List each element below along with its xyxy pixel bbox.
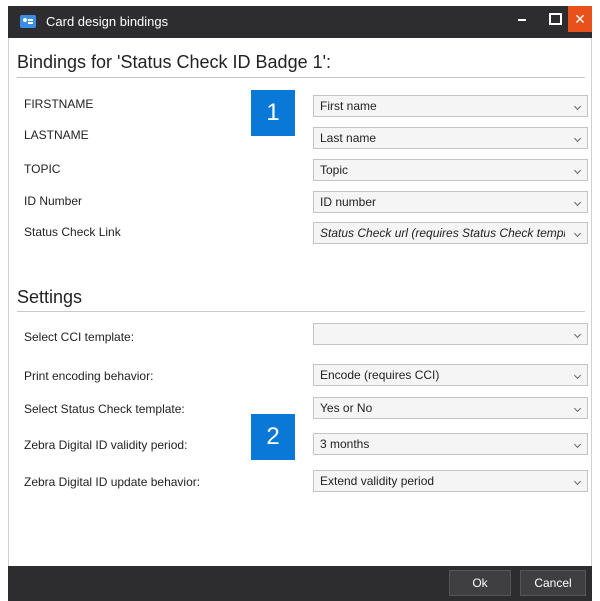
setting-select-print-encoding[interactable]: Encode (requires CCI): [313, 364, 588, 386]
chevron-down-icon: [573, 440, 582, 449]
binding-label-status-check-link: Status Check Link: [24, 225, 121, 239]
setting-value-status-check-template: Yes or No: [320, 401, 373, 415]
setting-value-validity-period: 3 months: [320, 437, 370, 451]
binding-label-id-number: ID Number: [24, 194, 83, 208]
setting-select-update-behavior[interactable]: Extend validity period: [313, 470, 588, 492]
chevron-down-icon: [573, 404, 582, 413]
setting-select-status-check-template[interactable]: Yes or No: [313, 397, 588, 419]
binding-value-firstname: First name: [320, 99, 377, 113]
binding-value-topic: Topic: [320, 163, 349, 177]
setting-label-validity-period: Zebra Digital ID validity period:: [24, 438, 188, 452]
setting-label-cci-template: Select CCI template:: [24, 330, 135, 344]
setting-label-update-behavior: Zebra Digital ID update behavior:: [24, 475, 201, 489]
dialog-footer: Ok Cancel: [8, 566, 592, 601]
setting-value-update-behavior: Extend validity period: [320, 474, 435, 488]
chevron-down-icon: [573, 477, 582, 486]
settings-divider: [17, 311, 585, 312]
setting-label-print-encoding: Print encoding behavior:: [24, 369, 154, 383]
bindings-divider: [17, 77, 585, 78]
chevron-down-icon: [573, 229, 582, 238]
binding-label-topic: TOPIC: [24, 162, 61, 176]
settings-heading: Settings: [17, 287, 83, 307]
cancel-button[interactable]: Cancel: [520, 570, 586, 596]
binding-select-topic[interactable]: Topic: [313, 159, 588, 181]
chevron-down-icon: [573, 102, 582, 111]
binding-value-id-number: ID number: [320, 195, 377, 209]
card-design-bindings-dialog: Card design bindings ✕ Bindings for 'Sta…: [0, 0, 600, 601]
close-button[interactable]: ✕: [568, 6, 592, 32]
callout-marker-1: 1: [251, 90, 295, 136]
binding-select-firstname[interactable]: First name: [313, 95, 588, 117]
chevron-down-icon: [573, 198, 582, 207]
bindings-heading: Bindings for 'Status Check ID Badge 1':: [17, 52, 332, 72]
dialog-content: Bindings for 'Status Check ID Badge 1': …: [8, 38, 592, 566]
title-bar[interactable]: Card design bindings ✕: [8, 6, 592, 38]
chevron-down-icon: [573, 166, 582, 175]
setting-label-status-check-template: Select Status Check template:: [24, 402, 185, 416]
window-title: Card design bindings: [46, 14, 169, 29]
binding-value-status-check-link: Status Check url (requires Status Check …: [320, 226, 565, 240]
binding-label-lastname: LASTNAME: [24, 128, 89, 142]
chevron-down-icon: [573, 330, 582, 339]
setting-select-validity-period[interactable]: 3 months: [313, 433, 588, 455]
binding-value-lastname: Last name: [320, 131, 377, 145]
ok-button[interactable]: Ok: [449, 570, 511, 596]
binding-label-firstname: FIRSTNAME: [24, 97, 94, 111]
binding-select-id-number[interactable]: ID number: [313, 191, 588, 213]
minimize-button[interactable]: [506, 6, 538, 32]
chevron-down-icon: [573, 371, 582, 380]
setting-value-print-encoding: Encode (requires CCI): [320, 368, 440, 382]
id-card-icon: [20, 15, 36, 28]
chevron-down-icon: [573, 134, 582, 143]
callout-marker-2: 2: [251, 414, 295, 460]
setting-select-cci-template[interactable]: [313, 323, 588, 345]
binding-select-status-check-link[interactable]: Status Check url (requires Status Check …: [313, 222, 588, 244]
maximize-button[interactable]: [538, 6, 570, 32]
binding-select-lastname[interactable]: Last name: [313, 127, 588, 149]
